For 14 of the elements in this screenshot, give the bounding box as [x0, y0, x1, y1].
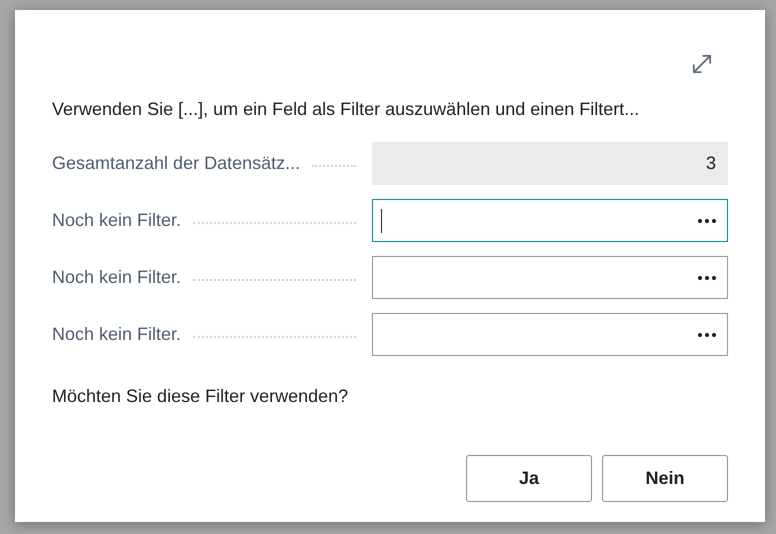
filter-input-field[interactable]: [372, 313, 728, 356]
field-label: Noch kein Filter.: [52, 323, 182, 346]
instruction-text: Verwenden Sie [...], um ein Feld als Filter auszuwählen und einen Filtert...: [52, 98, 640, 121]
field-label: Noch kein Filter.: [52, 266, 182, 289]
question-text: Möchten Sie diese Filter verwenden?: [52, 385, 350, 408]
dialog-button[interactable]: Nein: [602, 455, 728, 502]
field-label: Noch kein Filter.: [52, 209, 182, 232]
field-label: Gesamtanzahl der Datensätz...: [52, 152, 300, 175]
total-count-field: 3: [372, 142, 728, 185]
text-cursor: [380, 208, 382, 232]
dialog-button[interactable]: Ja: [466, 455, 592, 502]
filter-input-field[interactable]: [372, 199, 728, 242]
leader-line: [312, 164, 356, 166]
filter-input-field[interactable]: [372, 256, 728, 299]
